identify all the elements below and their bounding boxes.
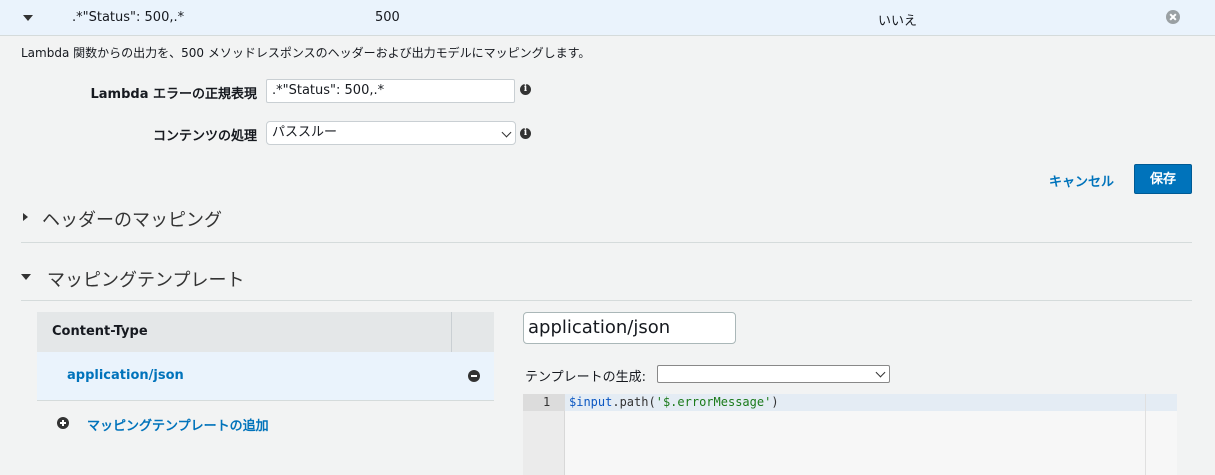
response-row-header[interactable]: .*"Status": 500,.* 500 いいえ (0, 0, 1215, 36)
content-handling-label: コンテンツの処理 (152, 129, 257, 144)
divider (21, 242, 1192, 243)
print-margin (1145, 394, 1146, 475)
code-method: .path( (612, 395, 656, 409)
content-type-item[interactable]: application/json (67, 368, 184, 383)
mapping-description: Lambda 関数からの出力を、500 メソッドレスポンスのヘッダーおよび出力モ… (21, 46, 591, 60)
regex-input[interactable]: .*"Status": 500,.* (266, 79, 515, 103)
chevron-down-icon (501, 127, 512, 138)
mapping-templates-title[interactable]: マッピングテンプレート (47, 266, 244, 292)
generate-template-select[interactable] (657, 365, 890, 383)
info-icon[interactable]: i (520, 84, 531, 95)
header-mappings-title[interactable]: ヘッダーのマッピング (42, 206, 222, 232)
expand-caret-icon[interactable] (23, 15, 33, 21)
regex-label: Lambda エラーの正規表現 (90, 87, 257, 102)
content-handling-value: パススルー (272, 125, 338, 140)
content-handling-select[interactable]: パススルー (266, 121, 516, 145)
line-number: 1 (543, 395, 551, 409)
response-default-text: いいえ (878, 14, 918, 29)
divider (451, 312, 452, 352)
table-row[interactable]: application/json (37, 352, 494, 401)
response-regex-text: .*"Status": 500,.* (72, 10, 185, 25)
remove-icon[interactable] (468, 370, 480, 382)
info-icon[interactable]: i (520, 128, 531, 139)
code-string: '$.errorMessage' (655, 395, 772, 409)
content-type-header-label: Content-Type (52, 324, 148, 339)
close-icon[interactable] (1166, 10, 1180, 24)
divider (21, 300, 1192, 301)
add-mapping-template-link[interactable]: マッピングテンプレートの追加 (87, 415, 269, 434)
generate-template-label: テンプレートの生成: (525, 370, 646, 385)
code-variable: $input (569, 395, 613, 409)
add-icon[interactable] (57, 417, 69, 429)
collapse-caret-icon[interactable] (23, 213, 28, 221)
content-type-table-header: Content-Type (37, 312, 494, 353)
code-line[interactable]: $input.path('$.errorMessage') (569, 395, 779, 409)
response-status-text: 500 (375, 10, 400, 25)
save-button[interactable]: 保存 (1134, 164, 1192, 194)
content-type-input[interactable]: application/json (523, 312, 736, 344)
code-close: ) (771, 395, 779, 409)
cancel-link[interactable]: キャンセル (1049, 171, 1114, 190)
expand-caret-icon[interactable] (21, 274, 31, 280)
template-editor[interactable]: 1 $input.path('$.errorMessage') (523, 394, 1177, 475)
chevron-down-icon (875, 367, 886, 378)
